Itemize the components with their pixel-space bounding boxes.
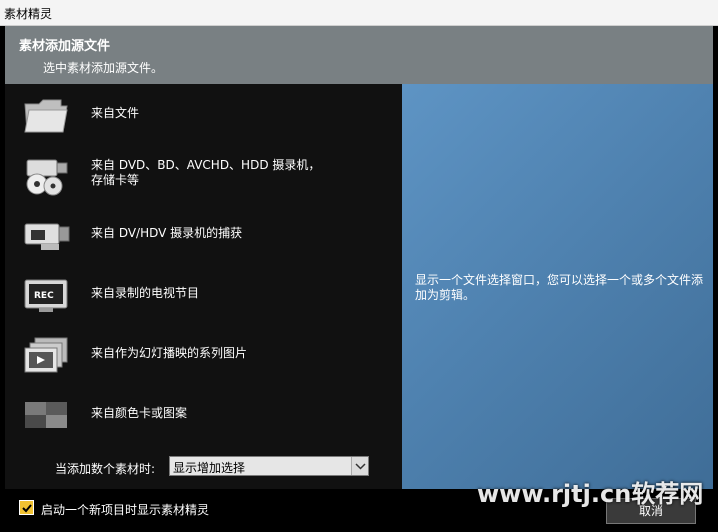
- svg-text:REC: REC: [34, 291, 54, 301]
- add-multiple-label: 当添加数个素材时:: [55, 462, 156, 476]
- source-item-color-card[interactable]: 来自颜色卡或图案: [5, 386, 402, 444]
- source-item-recorded-tv[interactable]: REC 来自录制的电视节目: [5, 266, 402, 324]
- add-multiple-value: 显示增加选择: [173, 461, 246, 475]
- source-item-label: 来自 DVD、BD、AVCHD、HDD 摄录机， 存储卡等: [91, 158, 321, 187]
- slideshow-images-icon: [24, 337, 68, 373]
- source-item-disc-camcorder[interactable]: 来自 DVD、BD、AVCHD、HDD 摄录机， 存储卡等: [5, 146, 402, 204]
- source-item-label: 来自 DV/HDV 摄录机的捕获: [91, 226, 243, 240]
- source-item-label: 来自作为幻灯播映的系列图片: [91, 346, 248, 360]
- source-item-dv-capture[interactable]: 来自 DV/HDV 摄录机的捕获: [5, 206, 402, 264]
- wizard-header: 素材添加源文件 选中素材添加源文件。: [5, 26, 713, 84]
- folder-icon: [24, 99, 68, 133]
- description-panel: 显示一个文件选择窗口，您可以选择一个或多个文件添加为剪辑。: [402, 84, 713, 489]
- show-wizard-checkbox[interactable]: [19, 500, 34, 515]
- watermark-text: www.rjtj.cn软荐网: [477, 480, 704, 508]
- camcorder-disc-icon: [26, 159, 68, 196]
- wizard-title: 素材添加源文件: [19, 39, 111, 54]
- checkmark-icon: [22, 504, 32, 513]
- source-item-file[interactable]: 来自文件: [5, 86, 402, 144]
- source-item-slideshow[interactable]: 来自作为幻灯播映的系列图片: [5, 326, 402, 384]
- tv-rec-icon: REC: [24, 279, 68, 312]
- source-list: 来自文件 来自 DVD、BD、AVCHD、HDD 摄录机， 存储卡等 来自 DV…: [5, 84, 402, 489]
- wizard-subtitle: 选中素材添加源文件。: [43, 61, 164, 75]
- show-wizard-label[interactable]: 启动一个新项目时显示素材精灵: [41, 501, 209, 518]
- source-item-label: 来自文件: [91, 106, 140, 120]
- source-item-label: 来自录制的电视节目: [91, 286, 200, 300]
- chevron-down-icon[interactable]: [351, 457, 368, 475]
- source-wizard-window: 素材精灵 素材添加源文件 选中素材添加源文件。 来自文件 来自 DVD、BD、A…: [0, 0, 718, 532]
- color-card-icon: [25, 402, 67, 428]
- source-item-label: 来自颜色卡或图案: [91, 406, 188, 420]
- add-multiple-select[interactable]: 显示增加选择: [169, 456, 369, 476]
- window-title: 素材精灵: [4, 7, 53, 21]
- description-text: 显示一个文件选择窗口，您可以选择一个或多个文件添加为剪辑。: [415, 273, 704, 302]
- title-bar[interactable]: 素材精灵: [0, 0, 718, 26]
- dv-camera-icon: [24, 223, 70, 250]
